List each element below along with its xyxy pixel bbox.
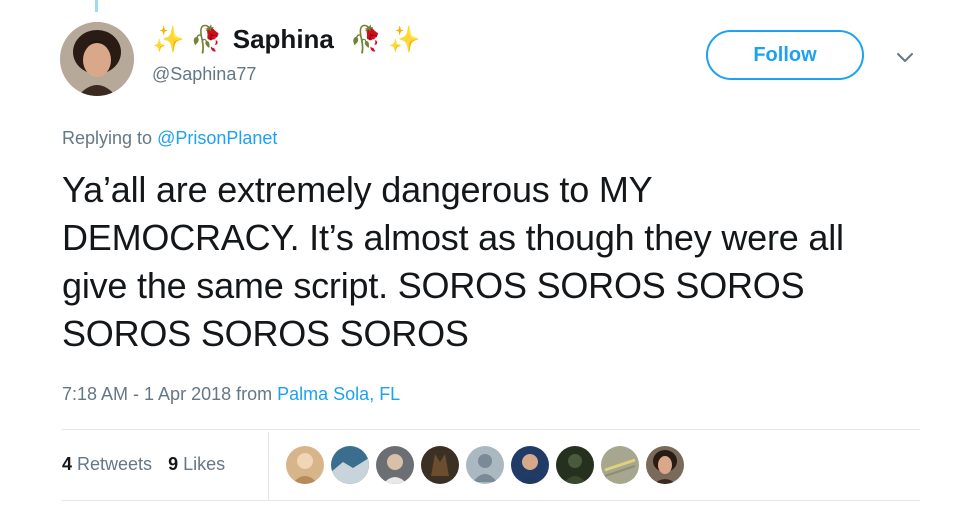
retweets-stat[interactable]: 4 Retweets	[62, 454, 152, 474]
likers-avatar-list	[286, 446, 691, 484]
author-avatar[interactable]	[60, 22, 134, 96]
thread-connector	[95, 0, 98, 12]
tweet-body: Ya’all are extremely dangerous to MY DEM…	[62, 169, 844, 354]
author-name-row[interactable]: ✨ 🥀 Saphina 🥀 ✨	[152, 24, 427, 55]
tweet-location-link[interactable]: Palma Sola, FL	[277, 384, 400, 404]
retweets-label: Retweets	[72, 454, 153, 474]
liker-avatar[interactable]	[421, 446, 459, 484]
author-display-name[interactable]: Saphina	[233, 24, 334, 55]
liker-avatar[interactable]	[556, 446, 594, 484]
liker-avatar[interactable]	[331, 446, 369, 484]
sparkles-emoji: ✨	[388, 24, 421, 54]
replying-to-label: Replying to	[62, 128, 158, 148]
divider-top	[62, 429, 920, 430]
divider-bottom	[62, 500, 920, 501]
chevron-down-icon[interactable]	[894, 46, 916, 68]
liker-avatar[interactable]	[376, 446, 414, 484]
engagement-stats: 4 Retweets 9 Likes	[62, 454, 225, 475]
likes-label: Likes	[178, 454, 226, 474]
liker-avatar[interactable]	[646, 446, 684, 484]
likes-stat[interactable]: 9 Likes	[168, 454, 225, 474]
follow-button[interactable]: Follow	[706, 30, 864, 80]
wilted-rose-emoji: 🥀	[190, 24, 223, 54]
liker-avatar[interactable]	[601, 446, 639, 484]
retweets-count: 4	[62, 454, 73, 474]
author-handle[interactable]: @Saphina77	[152, 64, 256, 85]
tweet-meta: 7:18 AM - 1 Apr 2018 from Palma Sola, FL	[62, 384, 400, 405]
liker-avatar[interactable]	[286, 446, 324, 484]
sparkles-emoji: ✨	[152, 24, 185, 54]
likes-count: 9	[168, 454, 179, 474]
reply-target-link[interactable]: @PrisonPlanet	[157, 128, 277, 148]
wilted-rose-emoji: 🥀	[349, 24, 383, 54]
tweet-timestamp[interactable]: 7:18 AM - 1 Apr 2018	[62, 384, 231, 404]
stats-divider	[268, 432, 269, 500]
liker-avatar[interactable]	[511, 446, 549, 484]
replying-to: Replying to @PrisonPlanet	[62, 128, 277, 149]
from-label: from	[231, 384, 278, 404]
liker-avatar-default[interactable]	[466, 446, 504, 484]
